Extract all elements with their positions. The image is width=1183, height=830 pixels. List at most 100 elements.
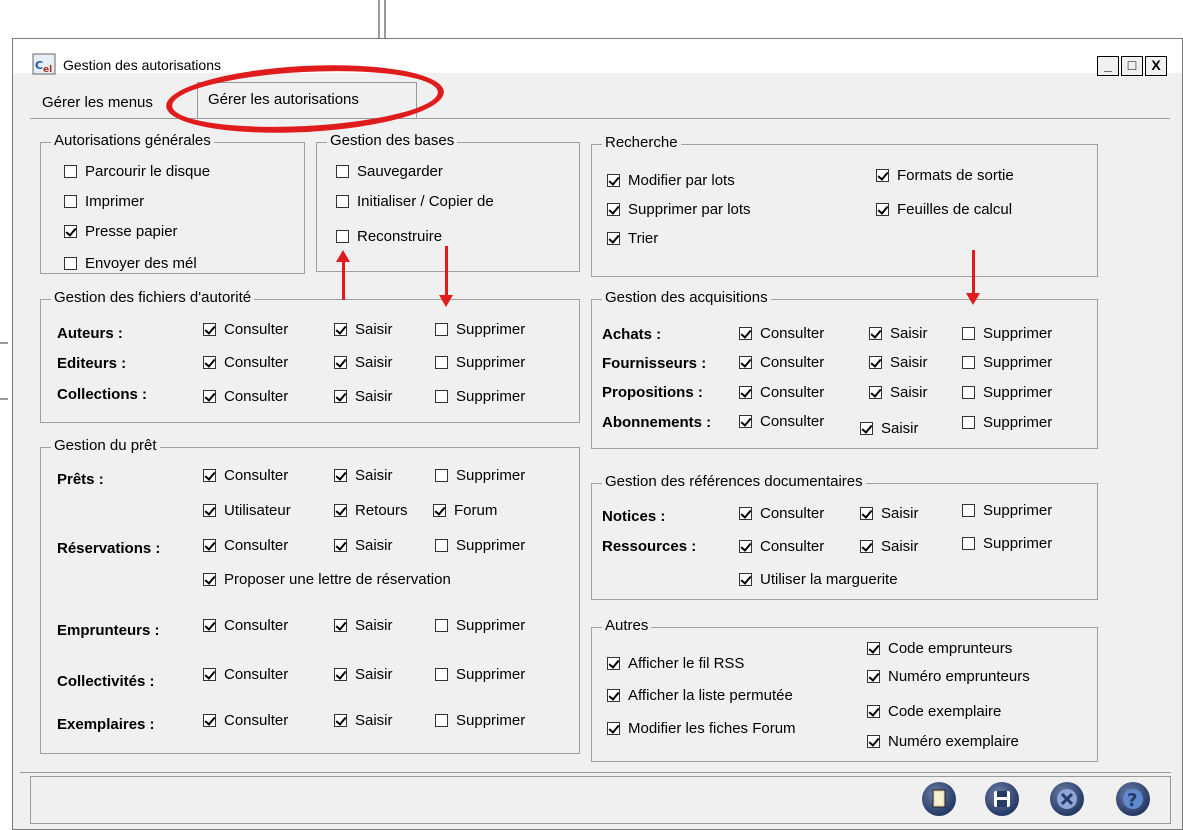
checkbox-propositions-consulter[interactable]: Consulter <box>739 384 824 401</box>
checkbox-box[interactable] <box>867 705 880 718</box>
checkbox-box[interactable] <box>203 668 216 681</box>
checkbox-box[interactable] <box>334 668 347 681</box>
checkbox-box[interactable] <box>203 469 216 482</box>
checkbox-box[interactable] <box>739 327 752 340</box>
checkbox-box[interactable] <box>435 390 448 403</box>
checkbox-collectivites-saisir[interactable]: Saisir <box>334 666 393 683</box>
checkbox-box[interactable] <box>962 356 975 369</box>
checkbox-box[interactable] <box>334 469 347 482</box>
checkbox-propositions-saisir[interactable]: Saisir <box>869 384 928 401</box>
checkbox-reservations-saisir[interactable]: Saisir <box>334 537 393 554</box>
checkbox-box[interactable] <box>64 195 77 208</box>
help-button[interactable]: ? <box>1116 782 1150 816</box>
checkbox-editeurs-consulter[interactable]: Consulter <box>203 354 288 371</box>
checkbox-editeurs-supprimer[interactable]: Supprimer <box>435 354 525 371</box>
checkbox-achats-supprimer[interactable]: Supprimer <box>962 325 1052 342</box>
maximize-button[interactable]: □ <box>1121 56 1143 76</box>
checkbox-liste-permutee[interactable]: Afficher la liste permutée <box>607 687 793 704</box>
checkbox-box[interactable] <box>64 165 77 178</box>
checkbox-box[interactable] <box>435 619 448 632</box>
checkbox-imprimer[interactable]: Imprimer <box>64 193 144 210</box>
checkbox-box[interactable] <box>64 225 77 238</box>
checkbox-box[interactable] <box>334 504 347 517</box>
checkbox-emprunteurs-supprimer[interactable]: Supprimer <box>435 617 525 634</box>
checkbox-box[interactable] <box>860 422 873 435</box>
checkbox-prets-saisir[interactable]: Saisir <box>334 467 393 484</box>
checkbox-prets-forum[interactable]: Forum <box>433 502 497 519</box>
checkbox-box[interactable] <box>867 642 880 655</box>
checkbox-exemplaires-consulter[interactable]: Consulter <box>203 712 288 729</box>
minimize-button[interactable]: _ <box>1097 56 1119 76</box>
checkbox-abonnements-consulter[interactable]: Consulter <box>739 413 824 430</box>
checkbox-fournisseurs-consulter[interactable]: Consulter <box>739 354 824 371</box>
checkbox-utiliser-marguerite[interactable]: Utiliser la marguerite <box>739 571 898 588</box>
checkbox-auteurs-supprimer[interactable]: Supprimer <box>435 321 525 338</box>
checkbox-fournisseurs-saisir[interactable]: Saisir <box>869 354 928 371</box>
checkbox-ressources-supprimer[interactable]: Supprimer <box>962 535 1052 552</box>
checkbox-box[interactable] <box>962 416 975 429</box>
checkbox-box[interactable] <box>876 203 889 216</box>
checkbox-collections-supprimer[interactable]: Supprimer <box>435 388 525 405</box>
checkbox-box[interactable] <box>739 386 752 399</box>
checkbox-achats-consulter[interactable]: Consulter <box>739 325 824 342</box>
checkbox-box[interactable] <box>336 165 349 178</box>
checkbox-editeurs-saisir[interactable]: Saisir <box>334 354 393 371</box>
checkbox-code-emprunteurs[interactable]: Code emprunteurs <box>867 640 1012 657</box>
checkbox-exemplaires-supprimer[interactable]: Supprimer <box>435 712 525 729</box>
checkbox-box[interactable] <box>435 356 448 369</box>
checkbox-abonnements-supprimer[interactable]: Supprimer <box>962 414 1052 431</box>
checkbox-collectivites-consulter[interactable]: Consulter <box>203 666 288 683</box>
checkbox-box[interactable] <box>435 714 448 727</box>
checkbox-prets-retours[interactable]: Retours <box>334 502 408 519</box>
checkbox-supprimer-par-lots[interactable]: Supprimer par lots <box>607 201 751 218</box>
checkbox-box[interactable] <box>962 327 975 340</box>
checkbox-notices-consulter[interactable]: Consulter <box>739 505 824 522</box>
checkbox-reservations-supprimer[interactable]: Supprimer <box>435 537 525 554</box>
checkbox-box[interactable] <box>962 537 975 550</box>
checkbox-box[interactable] <box>869 386 882 399</box>
checkbox-initialiser[interactable]: Initialiser / Copier de <box>336 193 494 210</box>
checkbox-ressources-saisir[interactable]: Saisir <box>860 538 919 555</box>
checkbox-box[interactable] <box>203 714 216 727</box>
checkbox-box[interactable] <box>867 670 880 683</box>
checkbox-box[interactable] <box>435 469 448 482</box>
checkbox-envoyer-mel[interactable]: Envoyer des mél <box>64 255 197 272</box>
checkbox-fil-rss[interactable]: Afficher le fil RSS <box>607 655 744 672</box>
checkbox-propositions-supprimer[interactable]: Supprimer <box>962 384 1052 401</box>
checkbox-box[interactable] <box>336 195 349 208</box>
checkbox-box[interactable] <box>64 257 77 270</box>
checkbox-collectivites-supprimer[interactable]: Supprimer <box>435 666 525 683</box>
checkbox-box[interactable] <box>433 504 446 517</box>
checkbox-box[interactable] <box>334 356 347 369</box>
checkbox-sauvegarder[interactable]: Sauvegarder <box>336 163 443 180</box>
checkbox-box[interactable] <box>607 689 620 702</box>
checkbox-box[interactable] <box>336 230 349 243</box>
checkbox-box[interactable] <box>203 390 216 403</box>
checkbox-auteurs-saisir[interactable]: Saisir <box>334 321 393 338</box>
checkbox-box[interactable] <box>334 619 347 632</box>
checkbox-lettre-reservation[interactable]: Proposer une lettre de réservation <box>203 571 451 588</box>
checkbox-box[interactable] <box>867 735 880 748</box>
checkbox-prets-supprimer[interactable]: Supprimer <box>435 467 525 484</box>
checkbox-box[interactable] <box>203 573 216 586</box>
checkbox-box[interactable] <box>739 507 752 520</box>
checkbox-box[interactable] <box>607 722 620 735</box>
checkbox-box[interactable] <box>607 232 620 245</box>
checkbox-box[interactable] <box>435 668 448 681</box>
checkbox-emprunteurs-consulter[interactable]: Consulter <box>203 617 288 634</box>
checkbox-numero-exemplaire[interactable]: Numéro exemplaire <box>867 733 1019 750</box>
checkbox-fournisseurs-supprimer[interactable]: Supprimer <box>962 354 1052 371</box>
checkbox-collections-consulter[interactable]: Consulter <box>203 388 288 405</box>
checkbox-box[interactable] <box>334 390 347 403</box>
checkbox-emprunteurs-saisir[interactable]: Saisir <box>334 617 393 634</box>
checkbox-presse-papier[interactable]: Presse papier <box>64 223 178 240</box>
checkbox-prets-utilisateur[interactable]: Utilisateur <box>203 502 291 519</box>
checkbox-code-exemplaire[interactable]: Code exemplaire <box>867 703 1001 720</box>
checkbox-box[interactable] <box>203 356 216 369</box>
checkbox-box[interactable] <box>435 539 448 552</box>
close-button[interactable]: X <box>1145 56 1167 76</box>
checkbox-box[interactable] <box>203 504 216 517</box>
checkbox-box[interactable] <box>739 573 752 586</box>
checkbox-box[interactable] <box>876 169 889 182</box>
checkbox-box[interactable] <box>607 174 620 187</box>
